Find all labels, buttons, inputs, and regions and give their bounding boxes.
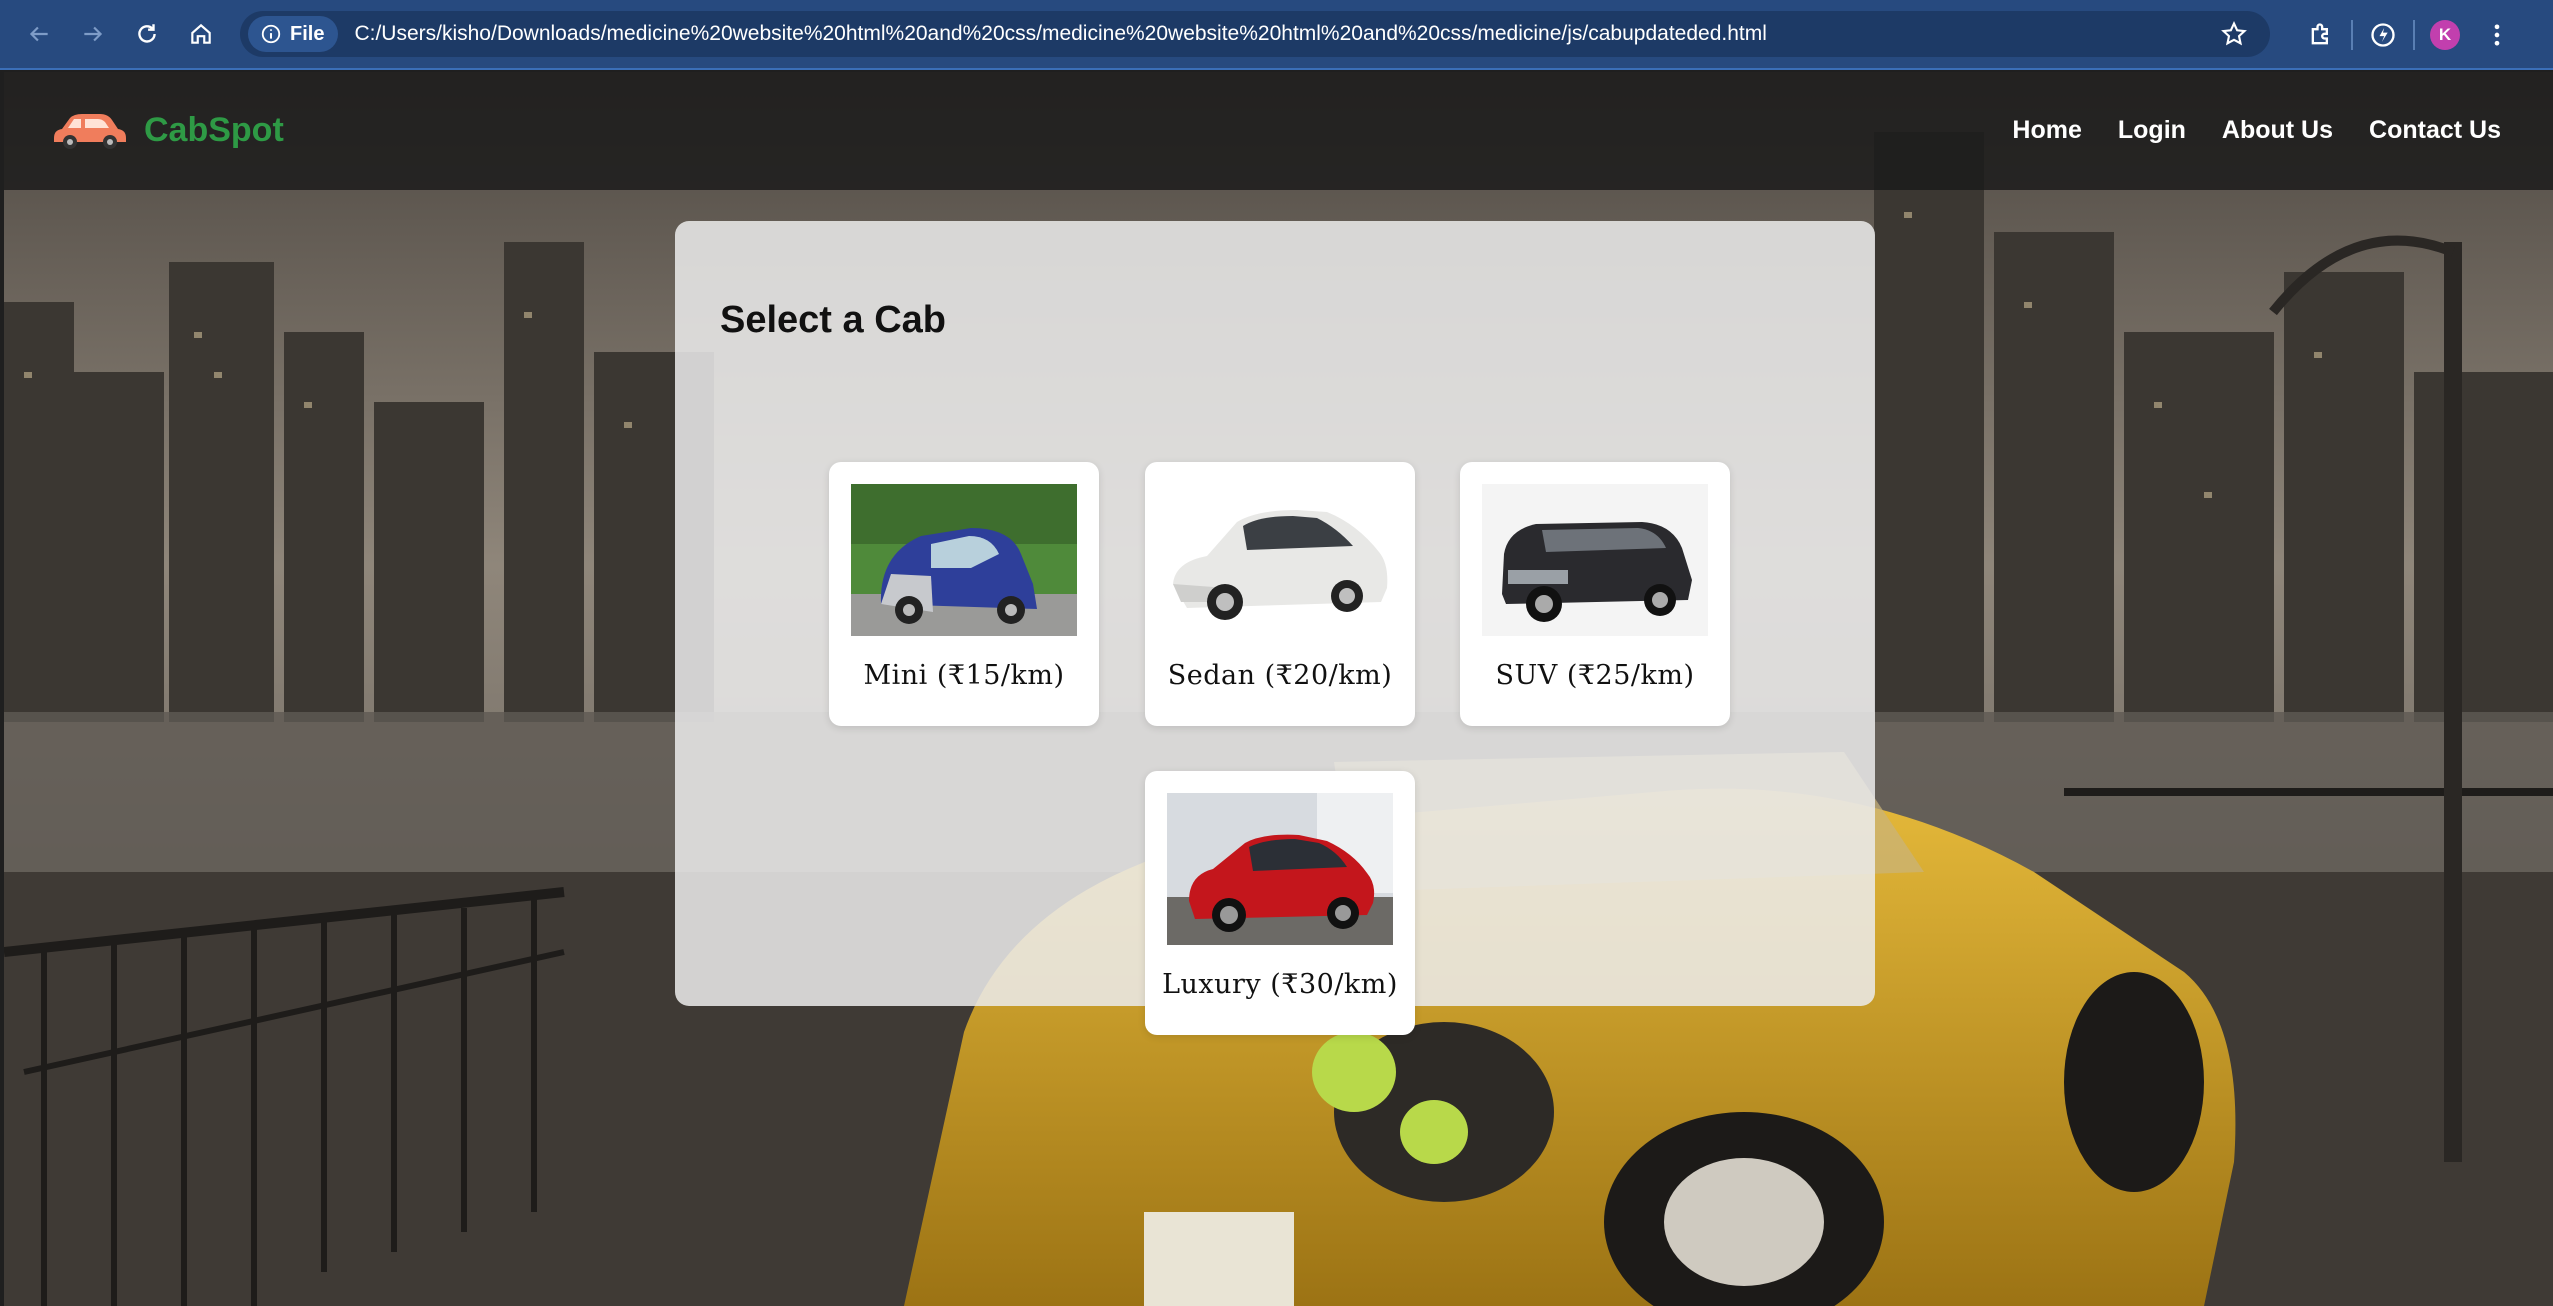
browser-toolbar: File C:/Users/kisho/Downloads/medicine%2… — [0, 0, 2553, 70]
suv-car-photo — [1482, 484, 1708, 636]
profile-button[interactable]: K — [2419, 9, 2471, 61]
address-bar[interactable]: File C:/Users/kisho/Downloads/medicine%2… — [240, 11, 2270, 57]
forward-button[interactable] — [68, 9, 118, 59]
sedan-car-photo — [1167, 484, 1393, 636]
site-chip-label: File — [290, 22, 325, 45]
url-text[interactable]: C:/Users/kisho/Downloads/medicine%20webs… — [354, 22, 1766, 46]
brand-logo[interactable]: CabSpot — [50, 108, 284, 152]
arrow-left-icon — [29, 26, 48, 42]
cab-option-mini[interactable]: Mini (₹15/km) — [829, 462, 1099, 726]
performance-button[interactable] — [2357, 9, 2409, 61]
back-button[interactable] — [14, 9, 64, 59]
nav-link-login[interactable]: Login — [2118, 116, 2186, 145]
cab-option-suv[interactable]: SUV (₹25/km) — [1460, 462, 1730, 726]
page-viewport: CabSpot Home Login About Us Contact Us S… — [4, 72, 2553, 1306]
car-logo-icon — [54, 114, 126, 149]
browser-actions: K — [2295, 0, 2523, 70]
cab-selection-panel: Select a Cab Mini (₹15/km) Sedan (₹20/km… — [675, 221, 1875, 1035]
nav-link-contact-us[interactable]: Contact Us — [2369, 116, 2501, 145]
main-menu: Home Login About Us Contact Us — [1976, 116, 2501, 145]
toolbar-divider — [2413, 20, 2415, 50]
panel-title: Select a Cab — [720, 299, 946, 341]
puzzle-icon — [2311, 23, 2328, 45]
luxury-car-photo — [1167, 793, 1393, 945]
cab-label-luxury: Luxury (₹30/km) — [1162, 969, 1398, 1000]
reload-button[interactable] — [122, 9, 172, 59]
speed-icon — [2371, 23, 2395, 47]
extensions-button[interactable] — [2295, 9, 2347, 61]
cab-label-suv: SUV (₹25/km) — [1495, 660, 1695, 691]
cab-option-sedan[interactable]: Sedan (₹20/km) — [1145, 462, 1415, 726]
browser-menu-button[interactable] — [2471, 9, 2523, 61]
cab-option-luxury[interactable]: Luxury (₹30/km) — [1145, 771, 1415, 1035]
cab-label-mini: Mini (₹15/km) — [863, 660, 1065, 691]
site-navbar: CabSpot Home Login About Us Contact Us — [4, 72, 2553, 190]
reload-icon — [138, 24, 156, 43]
home-button[interactable] — [176, 9, 226, 59]
cab-label-sedan: Sedan (₹20/km) — [1167, 660, 1393, 691]
toolbar-divider — [2351, 20, 2353, 50]
site-info-chip[interactable]: File — [248, 16, 339, 52]
info-icon — [261, 24, 281, 44]
arrow-right-icon — [84, 26, 103, 42]
brand-name: CabSpot — [144, 110, 284, 149]
mini-car-photo — [851, 484, 1077, 636]
kebab-menu-icon — [2494, 24, 2500, 46]
nav-link-home[interactable]: Home — [2012, 116, 2081, 145]
nav-link-about-us[interactable]: About Us — [2222, 116, 2333, 145]
home-icon — [191, 23, 211, 44]
bookmark-star-icon[interactable] — [2220, 20, 2248, 48]
profile-avatar: K — [2430, 20, 2460, 50]
